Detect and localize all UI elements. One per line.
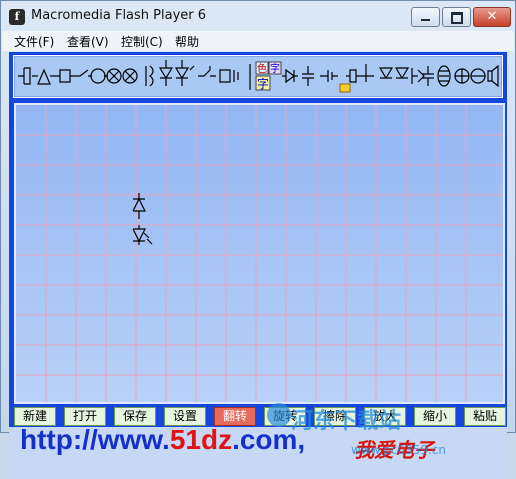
resistor-icon[interactable] bbox=[18, 67, 31, 85]
menu-file[interactable]: 文件(F) bbox=[14, 33, 54, 50]
menu-help[interactable]: 帮助 bbox=[175, 33, 199, 50]
bulb-icon[interactable] bbox=[122, 68, 138, 84]
capacitor-icon[interactable] bbox=[302, 66, 314, 86]
diode-icon[interactable] bbox=[282, 68, 298, 84]
url-domain: 51dz bbox=[169, 424, 233, 455]
relay-icon[interactable] bbox=[219, 69, 239, 83]
window-title: Macromedia Flash Player 6 bbox=[31, 8, 207, 23]
close-button[interactable]: ✕ bbox=[473, 7, 511, 27]
zoom-out-button[interactable]: 缩小 bbox=[414, 407, 456, 426]
junction-icon[interactable] bbox=[360, 64, 374, 82]
resistor-icon[interactable] bbox=[346, 69, 360, 83]
capacitor-icon[interactable] bbox=[54, 69, 74, 83]
close-icon: ✕ bbox=[486, 9, 498, 24]
minimize-icon bbox=[421, 19, 430, 21]
switch-icon[interactable] bbox=[198, 66, 216, 77]
inductor-icon[interactable] bbox=[145, 65, 154, 87]
website-url: http://www.51dz.com, bbox=[20, 424, 305, 456]
diode-icon[interactable] bbox=[394, 67, 410, 80]
diode-icon[interactable] bbox=[158, 60, 174, 86]
chip-icon[interactable] bbox=[339, 83, 351, 93]
menu-bar: 文件(F) 查看(V) 控制(C) 帮助 bbox=[2, 31, 514, 51]
app-window: f Macromedia Flash Player 6 ✕ 文件(F) 查看(V… bbox=[0, 0, 516, 479]
watermark-logo-icon bbox=[267, 403, 291, 427]
color-label[interactable]: 色 bbox=[257, 62, 267, 75]
bulb-icon[interactable] bbox=[106, 68, 122, 84]
led-icon[interactable] bbox=[174, 60, 195, 86]
text-tool-large[interactable]: 字 bbox=[257, 76, 269, 91]
watermark-text: 河东下载站 bbox=[291, 409, 402, 434]
maximize-button[interactable] bbox=[442, 7, 471, 27]
motor-icon[interactable] bbox=[90, 68, 108, 84]
triangle-source-icon[interactable] bbox=[32, 68, 54, 85]
diode-icon[interactable] bbox=[378, 67, 394, 80]
flash-stage: 色 字 字 新建 打开 保存 设置 翻转 擦除 放大 缩小 粘贴 http://… bbox=[9, 52, 507, 479]
text-tool-small[interactable]: 字 bbox=[270, 62, 280, 75]
transformer-icon[interactable] bbox=[437, 65, 451, 87]
lamp-icon[interactable] bbox=[470, 68, 486, 84]
battery-icon[interactable] bbox=[320, 70, 338, 82]
minimize-button[interactable] bbox=[411, 7, 440, 27]
watermark-url: www.pc0359.cn bbox=[351, 443, 446, 457]
component-toolbar: 色 字 字 bbox=[13, 55, 503, 98]
menu-control[interactable]: 控制(C) bbox=[121, 33, 163, 50]
paste-button[interactable]: 粘贴 bbox=[464, 407, 506, 426]
switch-icon[interactable] bbox=[74, 69, 92, 77]
flash-app-icon: f bbox=[9, 9, 25, 25]
drawing-canvas[interactable] bbox=[14, 103, 505, 404]
url-prefix: http://www. bbox=[20, 424, 170, 455]
title-bar: f Macromedia Flash Player 6 ✕ bbox=[1, 1, 515, 31]
lamp-icon[interactable] bbox=[454, 68, 470, 84]
zener-icon[interactable] bbox=[411, 68, 425, 84]
footer-banner: http://www.51dz.com, 我爱电子 河东下载站 www.pc03… bbox=[9, 403, 507, 479]
speaker-icon[interactable] bbox=[487, 64, 499, 88]
menu-view[interactable]: 查看(V) bbox=[67, 33, 109, 50]
maximize-icon bbox=[451, 12, 463, 24]
